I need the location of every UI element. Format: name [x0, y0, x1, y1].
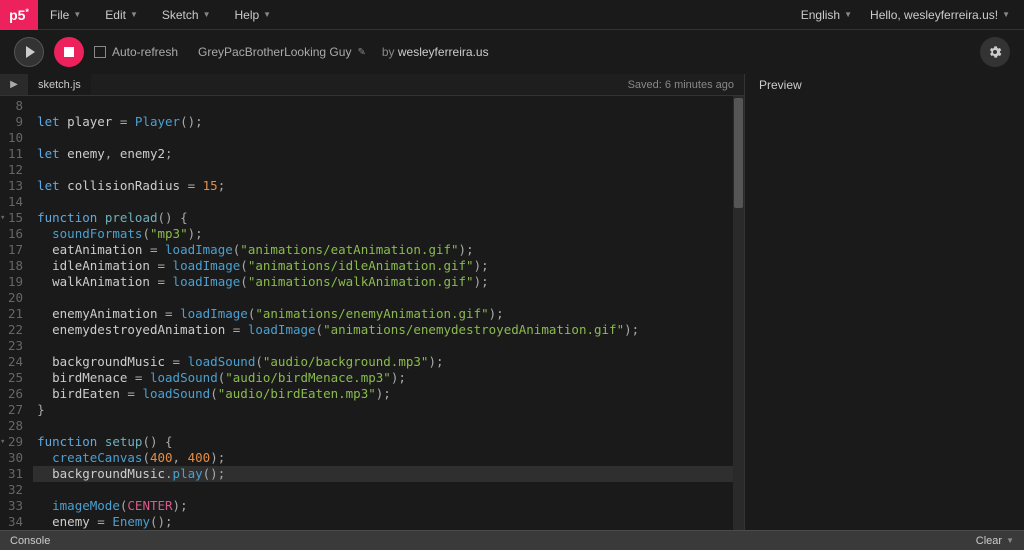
stop-button[interactable]	[54, 37, 84, 67]
sidebar-toggle-button[interactable]: ▶	[0, 74, 28, 95]
logo-text: p5	[9, 7, 25, 23]
settings-button[interactable]	[980, 37, 1010, 67]
menu: File▼ Edit▼ Sketch▼ Help▼	[38, 0, 283, 30]
menu-help[interactable]: Help▼	[222, 0, 283, 30]
menu-file[interactable]: File▼	[38, 0, 93, 30]
save-status: Saved: 6 minutes ago	[628, 79, 744, 91]
chevron-down-icon: ▼	[130, 10, 138, 19]
sketch-name[interactable]: GreyPacBrotherLooking Guy	[198, 45, 351, 59]
chevron-down-icon: ▼	[73, 10, 81, 19]
account-dropdown[interactable]: Hello, wesleyferreira.us!▼	[870, 0, 1010, 30]
console-bar[interactable]: Console Clear▼	[0, 530, 1024, 550]
main-area: ▶ sketch.js Saved: 6 minutes ago 8910111…	[0, 74, 1024, 530]
sketch-title: GreyPacBrotherLooking Guy ✎	[198, 45, 366, 59]
chevron-down-icon: ▼	[203, 10, 211, 19]
chevron-right-icon: ▶	[10, 79, 18, 90]
preview-label: Preview	[759, 78, 1010, 92]
chevron-down-icon: ▼	[1006, 536, 1014, 545]
console-clear-button[interactable]: Clear▼	[976, 535, 1014, 547]
logo-star-icon: *	[25, 7, 29, 17]
chevron-down-icon: ▼	[263, 10, 271, 19]
logo[interactable]: p5*	[0, 0, 38, 30]
gear-icon	[987, 44, 1003, 60]
tab-bar: ▶ sketch.js Saved: 6 minutes ago	[0, 74, 744, 96]
author-link[interactable]: wesleyferreira.us	[398, 45, 489, 59]
code-editor[interactable]: 89101112131415▾1617181920212223242526272…	[0, 96, 744, 530]
auto-refresh-toggle[interactable]: Auto-refresh	[94, 45, 178, 59]
language-dropdown[interactable]: English▼	[801, 0, 852, 30]
menu-sketch[interactable]: Sketch▼	[150, 0, 223, 30]
menu-edit[interactable]: Edit▼	[93, 0, 150, 30]
author-label: by wesleyferreira.us	[382, 45, 489, 59]
pencil-icon[interactable]: ✎	[357, 47, 365, 58]
line-gutter: 89101112131415▾1617181920212223242526272…	[0, 96, 33, 530]
auto-refresh-label: Auto-refresh	[112, 45, 178, 59]
tab-sketch[interactable]: sketch.js	[28, 74, 91, 95]
top-right: English▼ Hello, wesleyferreira.us!▼	[801, 0, 1024, 30]
editor-column: ▶ sketch.js Saved: 6 minutes ago 8910111…	[0, 74, 745, 530]
chevron-down-icon: ▼	[844, 10, 852, 19]
top-menubar: p5* File▼ Edit▼ Sketch▼ Help▼ English▼ H…	[0, 0, 1024, 30]
console-label: Console	[10, 535, 50, 547]
checkbox-icon[interactable]	[94, 46, 106, 58]
code-content[interactable]: let player = Player();let enemy, enemy2;…	[33, 96, 744, 530]
chevron-down-icon: ▼	[1002, 10, 1010, 19]
play-button[interactable]	[14, 37, 44, 67]
play-icon	[26, 46, 35, 58]
stop-icon	[64, 47, 74, 57]
toolbar: Auto-refresh GreyPacBrotherLooking Guy ✎…	[0, 30, 1024, 74]
preview-pane: Preview	[745, 74, 1024, 530]
